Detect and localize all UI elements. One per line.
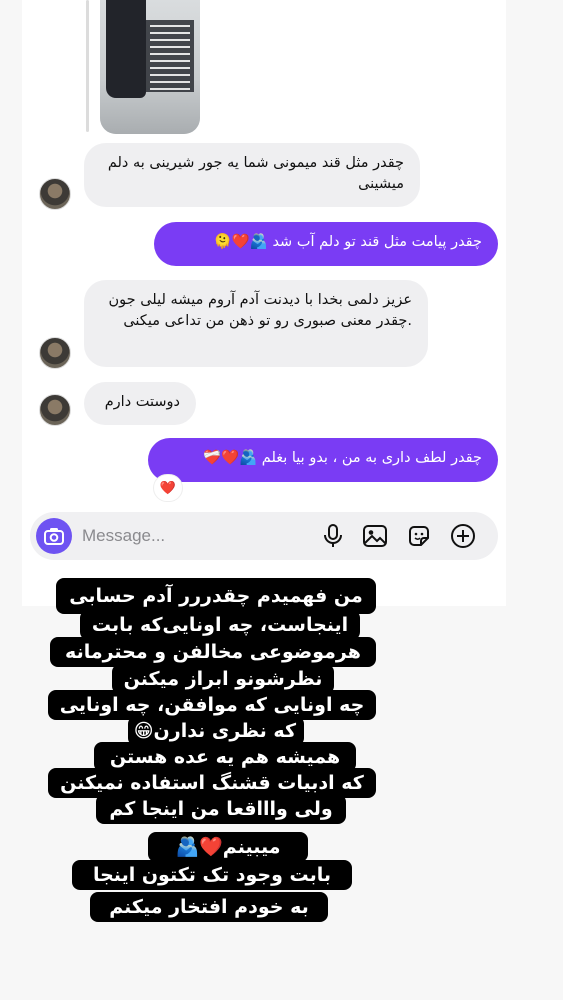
story-caption-line: ولی واااقعا من اینجا کم <box>96 794 346 824</box>
message-composer <box>30 512 498 560</box>
message-bubble-incoming[interactable]: دوستت دارم <box>84 382 196 425</box>
reply-indicator-line <box>86 0 89 132</box>
contact-avatar[interactable] <box>39 178 71 210</box>
gallery-icon[interactable] <box>362 523 388 549</box>
post-person-figure <box>106 0 146 98</box>
story-caption-line: هرموضوعی مخالفن و محترمانه <box>50 637 376 667</box>
plus-icon[interactable] <box>450 523 476 549</box>
story-caption-line: بابت وجود تک تکتون اینجا <box>72 860 352 890</box>
message-bubble-incoming[interactable]: چقدر مثل قند میمونی شما یه جور شیرینی به… <box>84 143 420 207</box>
sticker-icon[interactable] <box>406 523 432 549</box>
story-caption-line: اینجاست، چه اونایی‌که بابت <box>80 610 360 640</box>
camera-button[interactable] <box>36 518 72 554</box>
message-bubble-outgoing[interactable]: چقدر پیامت مثل قند تو دلم آب شد 🫂❤️🫠 <box>154 222 498 266</box>
story-caption-line: من فهمیدم چقدررر آدم حسابی <box>56 578 376 614</box>
heart-reaction[interactable]: ❤️ <box>153 474 183 502</box>
contact-avatar[interactable] <box>39 337 71 369</box>
shared-post-thumbnail[interactable] <box>100 0 200 134</box>
message-bubble-incoming[interactable]: عزیز دلمی بخدا با دیدنت آدم آروم میشه لی… <box>84 280 428 367</box>
post-text-overlay <box>146 20 194 92</box>
camera-icon <box>44 528 64 545</box>
microphone-icon[interactable] <box>320 523 346 549</box>
message-input[interactable] <box>82 522 302 550</box>
story-caption-line: میبینم❤️🫂 <box>148 832 308 862</box>
contact-avatar[interactable] <box>39 394 71 426</box>
story-caption-line: به خودم افتخار میکنم <box>90 892 328 922</box>
message-bubble-outgoing[interactable]: چقدر لطف داری به من ، بدو بیا بغلم 🫂❤️❤️… <box>148 438 498 482</box>
